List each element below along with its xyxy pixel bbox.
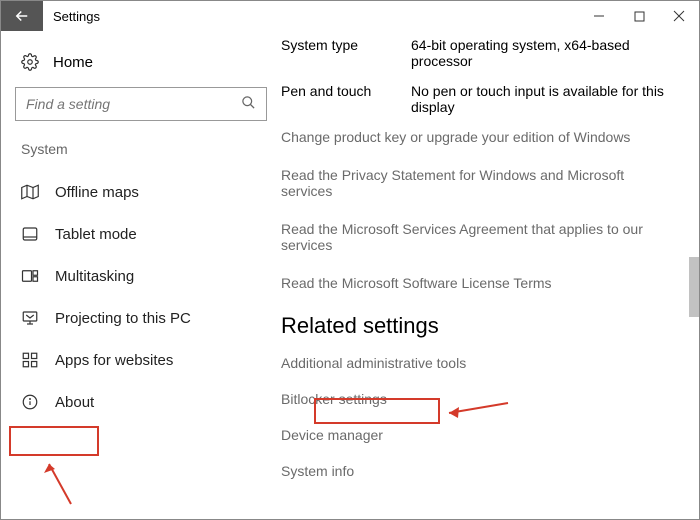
- close-button[interactable]: [659, 1, 699, 31]
- sidebar-item-label: Apps for websites: [55, 352, 173, 369]
- settings-window: Settings Home Sy: [0, 0, 700, 520]
- sidebar: Home System Offline maps Tablet mode: [1, 31, 281, 519]
- maximize-icon: [634, 11, 645, 22]
- sidebar-item-offline-maps[interactable]: Offline maps: [15, 171, 267, 213]
- link-license-terms[interactable]: Read the Microsoft Software License Term…: [281, 275, 675, 291]
- map-icon: [21, 183, 39, 201]
- link-product-key[interactable]: Change product key or upgrade your editi…: [281, 129, 675, 145]
- sidebar-item-multitasking[interactable]: Multitasking: [15, 255, 267, 297]
- spec-label: System type: [281, 37, 411, 69]
- window-title: Settings: [43, 1, 100, 31]
- minimize-button[interactable]: [579, 1, 619, 31]
- scrollbar-thumb[interactable]: [689, 257, 699, 317]
- home-label: Home: [53, 54, 93, 71]
- sidebar-item-tablet-mode[interactable]: Tablet mode: [15, 213, 267, 255]
- gear-icon: [21, 53, 39, 71]
- spec-value: No pen or touch input is available for t…: [411, 83, 675, 115]
- home-button[interactable]: Home: [15, 49, 267, 87]
- search-icon: [241, 95, 256, 113]
- link-services-agreement[interactable]: Read the Microsoft Services Agreement th…: [281, 221, 675, 253]
- sidebar-item-label: Offline maps: [55, 184, 139, 201]
- sidebar-item-projecting[interactable]: Projecting to this PC: [15, 297, 267, 339]
- spec-pen-touch: Pen and touch No pen or touch input is a…: [281, 83, 675, 115]
- apps-icon: [21, 351, 39, 369]
- info-icon: [21, 393, 39, 411]
- link-privacy[interactable]: Read the Privacy Statement for Windows a…: [281, 167, 675, 199]
- minimize-icon: [593, 10, 605, 22]
- section-label: System: [15, 141, 267, 171]
- search-box[interactable]: [15, 87, 267, 121]
- related-system-info[interactable]: System info: [281, 463, 675, 479]
- titlebar: Settings: [1, 1, 699, 31]
- maximize-button[interactable]: [619, 1, 659, 31]
- related-bitlocker[interactable]: Bitlocker settings: [281, 391, 675, 407]
- search-input[interactable]: [26, 96, 241, 112]
- back-button[interactable]: [1, 1, 43, 31]
- back-arrow-icon: [13, 7, 31, 25]
- sidebar-item-label: Multitasking: [55, 268, 134, 285]
- multitasking-icon: [21, 267, 39, 285]
- main-content: System type 64-bit operating system, x64…: [281, 31, 699, 519]
- sidebar-item-label: Tablet mode: [55, 226, 137, 243]
- sidebar-item-label: About: [55, 394, 94, 411]
- spec-label: Pen and touch: [281, 83, 411, 115]
- sidebar-item-apps-websites[interactable]: Apps for websites: [15, 339, 267, 381]
- spec-value: 64-bit operating system, x64-based proce…: [411, 37, 675, 69]
- sidebar-item-about[interactable]: About: [15, 381, 267, 423]
- tablet-icon: [21, 225, 39, 243]
- close-icon: [673, 10, 685, 22]
- sidebar-item-label: Projecting to this PC: [55, 310, 191, 327]
- projecting-icon: [21, 309, 39, 327]
- related-admin-tools[interactable]: Additional administrative tools: [281, 355, 675, 371]
- related-heading: Related settings: [281, 313, 675, 339]
- spec-system-type: System type 64-bit operating system, x64…: [281, 37, 675, 69]
- related-device-manager[interactable]: Device manager: [281, 427, 675, 443]
